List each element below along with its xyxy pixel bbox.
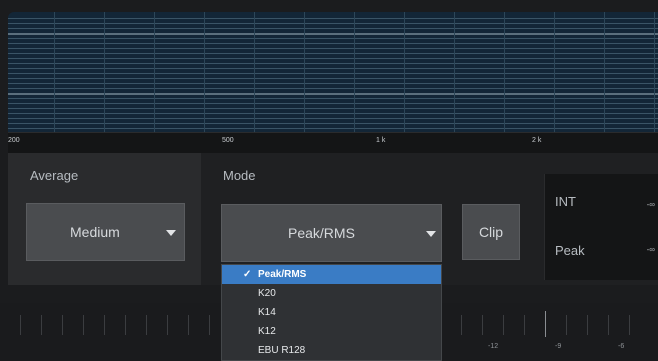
ruler-tick [20, 315, 21, 335]
analyzer-gridline [304, 12, 305, 132]
dropdown-item[interactable]: ✓ Peak/RMS [222, 265, 441, 284]
ruler-tick [524, 315, 525, 335]
analyzer-gridline [8, 108, 658, 109]
analyzer-gridline [8, 88, 658, 89]
dropdown-item-label: K14 [258, 307, 276, 318]
analyzer-gridline [8, 93, 658, 95]
freq-tick-1k: 1 k [376, 137, 386, 144]
analyzer-gridline [8, 103, 658, 104]
ruler-tick [461, 315, 462, 335]
int-label: INT [555, 194, 576, 209]
analyzer-gridline [104, 12, 105, 132]
ruler-tick [545, 311, 546, 337]
ruler-tick [482, 315, 483, 335]
analyzer-gridline [8, 68, 658, 69]
freq-tick-2k: 2 k [532, 137, 542, 144]
loudness-readout: INT -∞ Peak -∞ [544, 174, 658, 280]
analyzer-gridline [404, 12, 405, 132]
clip-button[interactable]: Clip [462, 204, 520, 260]
freq-tick-200: 200 [8, 137, 20, 144]
ruler-tick [167, 315, 168, 335]
analyzer-gridline [8, 78, 658, 79]
analyzer-gridline [8, 118, 658, 119]
average-panel: Average Medium [8, 153, 201, 285]
ruler-label-minus-12: -12 [488, 343, 499, 350]
analyzer-gridline [8, 63, 658, 64]
mode-select-value: Peak/RMS [288, 225, 355, 241]
ruler-tick [503, 315, 504, 335]
analyzer-gridline [8, 98, 658, 99]
analyzer-gridline [604, 12, 605, 132]
analyzer-gridline [254, 12, 255, 132]
analyzer-gridline [8, 73, 658, 74]
peak-label: Peak [555, 243, 585, 258]
analyzer-gridline [354, 12, 355, 132]
analyzer-gridline [8, 48, 658, 49]
dropdown-item-label: K20 [258, 288, 276, 299]
peak-value: -∞ [646, 245, 655, 254]
analyzer-gridline [8, 58, 658, 59]
ruler-tick [608, 315, 609, 335]
dropdown-item-label: EBU R128 [258, 345, 306, 356]
spectrum-analyzer [8, 12, 658, 132]
analyzer-gridline [54, 12, 55, 132]
dropdown-item[interactable]: K14 [222, 303, 441, 322]
ruler-tick [41, 315, 42, 335]
mode-dropdown-menu: ✓ Peak/RMS K20 K14 K12 EBU R128 [221, 264, 442, 361]
ruler-tick [209, 315, 210, 335]
check-icon: ✓ [243, 269, 252, 280]
dropdown-item[interactable]: K12 [222, 322, 441, 341]
analyzer-gridline [654, 12, 655, 132]
average-label: Average [30, 168, 79, 183]
analyzer-gridline [554, 12, 555, 132]
analyzer-gridline [8, 43, 658, 44]
analyzer-gridline [8, 23, 658, 24]
ruler-tick [104, 315, 105, 335]
dropdown-item[interactable]: EBU R128 [222, 341, 441, 360]
mode-label: Mode [223, 168, 256, 183]
ruler-label-minus-6: -6 [618, 343, 625, 350]
analyzer-gridline [8, 113, 658, 114]
ruler-label-minus-9: -9 [555, 343, 562, 350]
ruler-tick [566, 315, 567, 335]
ruler-tick [188, 315, 189, 335]
analyzer-gridline [8, 83, 658, 84]
ruler-tick [629, 315, 630, 335]
analyzer-gridline [154, 12, 155, 132]
average-select[interactable]: Medium [26, 203, 185, 261]
clip-button-label: Clip [478, 224, 504, 240]
analyzer-gridline [8, 53, 658, 54]
analyzer-gridline [8, 18, 658, 19]
dropdown-item-label: K12 [258, 326, 276, 337]
caret-down-icon [426, 231, 436, 237]
ruler-tick [587, 315, 588, 335]
analyzer-gridline [8, 33, 658, 35]
ruler-tick [62, 315, 63, 335]
dropdown-item[interactable]: K20 [222, 284, 441, 303]
analyzer-gridline [8, 28, 658, 29]
caret-down-icon [166, 230, 176, 236]
analyzer-gridline [454, 12, 455, 132]
average-select-value: Medium [70, 224, 120, 240]
dropdown-item-label: Peak/RMS [258, 269, 307, 280]
analyzer-gridline [204, 12, 205, 132]
ruler-tick [83, 315, 84, 335]
ruler-tick [125, 315, 126, 335]
int-value: -∞ [646, 200, 655, 209]
analyzer-gridline [8, 123, 658, 124]
ruler-tick [146, 315, 147, 335]
frequency-axis: 200 500 1 k 2 k [8, 132, 658, 153]
mode-select[interactable]: Peak/RMS [221, 204, 442, 262]
freq-tick-500: 500 [222, 137, 234, 144]
analyzer-gridline [8, 128, 658, 129]
analyzer-gridline [8, 38, 658, 39]
analyzer-gridline [504, 12, 505, 132]
